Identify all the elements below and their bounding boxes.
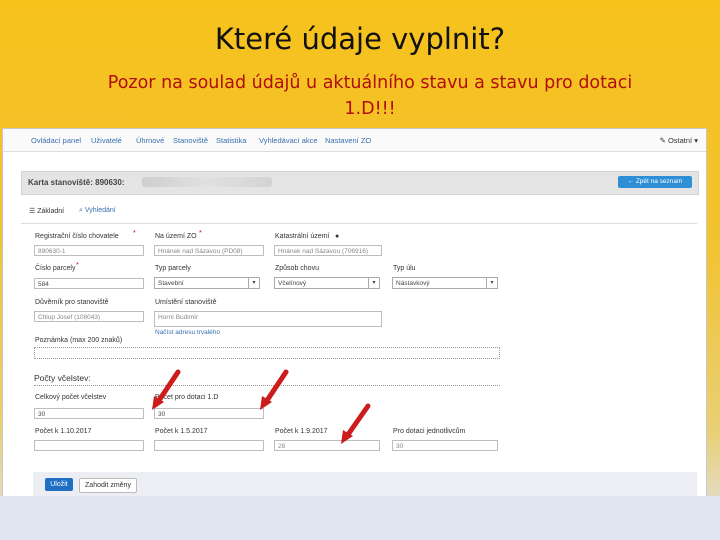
card-title: Karta stanoviště: 890630: [28,178,125,187]
colonies-count1-input[interactable] [34,440,144,451]
save-button[interactable]: Uložit [45,478,73,491]
arrow-subsidy-colonies-icon [260,369,289,410]
hive-type-select[interactable]: Nástavkový ▾ [392,277,498,289]
zo-required-star: * [199,230,202,237]
colonies-current-label: Celkový počet včelstev [35,394,107,401]
cadastre-input[interactable]: Hnánek nad Sázavou (706916) [274,245,382,256]
user-menu-label: Ostatní [667,136,693,145]
nav-item-settings[interactable]: Nastavení ZO [325,136,371,145]
tab-basic-label: Základní [37,208,65,215]
list-icon: ☰ [29,208,38,215]
chevron-down-icon: ▾ [248,278,259,288]
zo-input[interactable]: Hnánek nad Sázavou (PD08) [154,245,264,256]
location-label: Umístění stanoviště [155,299,217,306]
trustee-label: Důvěrník pro stanoviště [35,299,109,306]
method-value: Včelínový [278,280,307,287]
tab-basic[interactable]: ☰ Základní [29,207,64,215]
slide-bottom-band [0,496,720,540]
reg-number-label: Registrační číslo chovatele [35,233,119,240]
colonies-count2-input[interactable] [154,440,264,451]
chevron-down-icon: ▾ [368,278,379,288]
colonies-count3-label: Počet k 1.9.2017 [275,428,328,435]
tab-divider [21,223,697,224]
colonies-individual-label: Pro dotaci jednotlivcům [393,428,466,435]
parcel-input[interactable]: 584 [34,278,144,289]
nav-item-stations[interactable]: Stanoviště [173,136,208,145]
slide-subtitle: Pozor na soulad údajů u aktuálního stavu… [107,73,633,119]
info-icon: ● [335,233,340,240]
top-navigation: Ovládací panel Uživatelé Úhrnové Stanovi… [3,129,706,152]
chevron-down-icon: ▾ [486,278,497,288]
parcel-type-value: Stavební [158,280,184,287]
form-footer: Uložit Zahodit změny [33,472,697,496]
hive-type-label: Typ úlu [393,265,416,272]
parcel-type-label: Typ parcely [155,265,191,272]
nav-item-totals[interactable]: Úhrnové [136,136,164,145]
cadastre-label: Katastrální území [275,233,330,240]
parcel-type-select[interactable]: Stavební ▾ [154,277,260,289]
parcel-required-star: * [76,262,79,269]
nav-item-dashboard[interactable]: Ovládací panel [31,136,81,145]
arrow-count-date-icon [341,403,371,444]
reg-required-star: * [133,230,136,237]
wrench-icon: ✎ [659,136,668,145]
note-label: Poznámka (max 200 znaků) [35,337,123,344]
method-label: Způsob chovu [275,265,319,272]
slide-title: Které údaje vyplnit? [214,22,506,56]
discard-changes-button[interactable]: Zahodit změny [79,478,137,493]
colonies-individual-input[interactable]: 30 [392,440,498,451]
nav-item-search[interactable]: Vyhledávací akce [259,136,318,145]
location-input[interactable]: Horní Budimír [154,311,382,327]
reg-number-input[interactable]: 890630-1 [34,245,144,256]
back-to-list-button[interactable]: ← Zpět na seznam [618,176,692,188]
user-menu[interactable]: ✎ Ostatní ▾ [660,136,698,145]
caret-down-icon: ▾ [692,136,698,145]
tab-search-label: Vyhledání [84,207,116,214]
arrow-current-colonies-icon [152,369,181,410]
colonies-count1-label: Počet k 1.10.2017 [35,428,92,435]
note-field[interactable] [34,347,500,359]
nav-item-statistics[interactable]: Statistika [216,136,246,145]
zo-label: Na území ZO [155,233,197,240]
nav-item-users[interactable]: Uživatelé [91,136,122,145]
colonies-count2-label: Počet k 1.5.2017 [155,428,208,435]
method-select[interactable]: Včelínový ▾ [274,277,380,289]
hive-type-value: Nástavkový [396,280,430,287]
colonies-section-title: Počty včelstev: [34,373,91,383]
redacted-name [142,177,272,187]
trustee-input[interactable]: Chlup Josef (108043) [34,311,144,322]
colonies-current-input[interactable]: 30 [34,408,144,419]
card-header: Karta stanoviště: 890630: ← Zpět na sezn… [21,171,699,195]
load-address-link[interactable]: Načíst adresu trvalého [155,329,220,336]
parcel-label: Číslo parcely [35,265,76,272]
tab-search[interactable]: ⌕ Vyhledání [79,207,116,215]
